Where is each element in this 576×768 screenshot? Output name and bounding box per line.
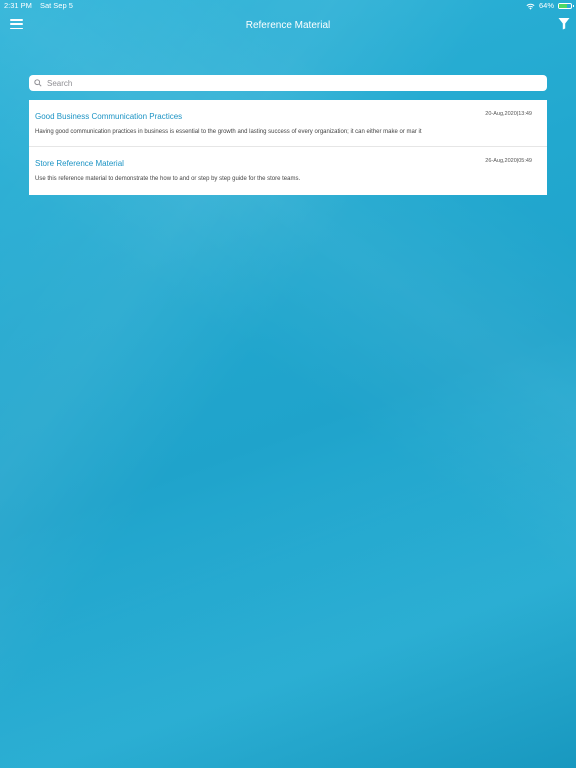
page-title: Reference Material bbox=[245, 19, 331, 31]
item-date: 26-Aug,2020|05:49 bbox=[485, 158, 532, 164]
item-title: Store Reference Material bbox=[35, 159, 124, 168]
battery-percentage: 64% bbox=[538, 1, 554, 10]
status-date: Sat Sep 5 bbox=[39, 1, 73, 10]
search-bar[interactable] bbox=[29, 75, 547, 91]
reference-list: Good Business Communication Practices 20… bbox=[29, 100, 547, 195]
battery-icon bbox=[558, 3, 574, 9]
search-input[interactable] bbox=[47, 78, 527, 88]
list-item[interactable]: Good Business Communication Practices 20… bbox=[29, 100, 547, 147]
item-date: 20-Aug,2020|13:49 bbox=[485, 111, 532, 117]
status-bar: 2:31 PM Sat Sep 5 64% bbox=[0, 0, 576, 12]
navigation-bar: Reference Material bbox=[0, 12, 576, 38]
status-time: 2:31 PM bbox=[4, 1, 32, 10]
wifi-icon bbox=[526, 3, 535, 10]
item-description: Having good communication practices in b… bbox=[35, 129, 422, 135]
item-title: Good Business Communication Practices bbox=[35, 112, 183, 121]
search-icon bbox=[34, 79, 42, 87]
menu-icon[interactable] bbox=[10, 18, 23, 30]
item-description: Use this reference material to demonstra… bbox=[35, 176, 301, 182]
filter-icon[interactable] bbox=[558, 17, 570, 30]
list-item[interactable]: Store Reference Material 26-Aug,2020|05:… bbox=[29, 147, 547, 195]
